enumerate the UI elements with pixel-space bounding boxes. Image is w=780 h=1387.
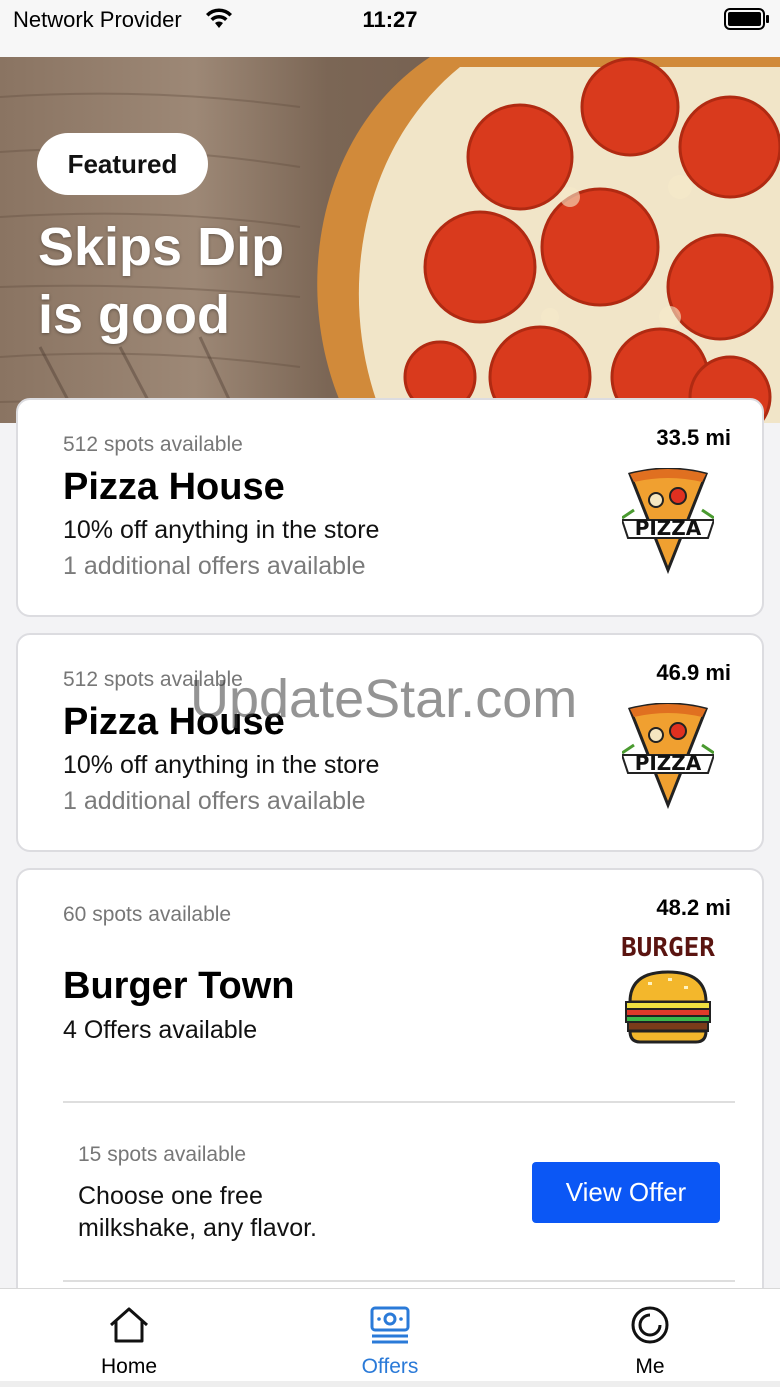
banner-title: Skips Dip is good xyxy=(38,213,338,349)
divider xyxy=(63,1280,735,1282)
offers-count: 4 Offers available xyxy=(63,1016,258,1044)
home-indicator xyxy=(0,1381,780,1387)
offer-description: Choose one free milkshake, any flavor. xyxy=(78,1182,317,1242)
additional-offers: 1 additional offers available xyxy=(63,787,366,815)
divider xyxy=(63,1101,735,1103)
status-bar: Network Provider 11:27 xyxy=(0,0,780,57)
restaurant-name: Pizza House xyxy=(63,466,285,508)
pizza-logo: PIZZA xyxy=(622,468,714,574)
banner-title-line-1: Skips Dip xyxy=(38,217,285,277)
pizza-logo-text: PIZZA xyxy=(635,751,702,775)
spots-available: 512 spots available xyxy=(63,433,243,456)
watermark: UpdateStar.com xyxy=(190,669,578,729)
view-offer-button[interactable]: View Offer xyxy=(532,1162,720,1223)
spots-available: 60 spots available xyxy=(63,903,232,926)
burger-logo: BURGER xyxy=(621,933,715,1044)
featured-banner[interactable]: Featured Skips Dip is good xyxy=(0,57,780,423)
tab-offers-label: Offers xyxy=(361,1355,419,1378)
restaurant-card[interactable]: 60 spots available 48.2 mi Burger Town 4… xyxy=(16,868,764,1298)
profile-icon xyxy=(631,1306,669,1344)
distance: 48.2 mi xyxy=(656,895,731,920)
pizza-logo-text: PIZZA xyxy=(635,516,702,540)
pizza-photo xyxy=(317,57,780,423)
restaurant-card[interactable]: 512 spots available 33.5 mi Pizza House … xyxy=(16,398,764,617)
battery-icon xyxy=(724,8,769,30)
offers-icon xyxy=(370,1306,410,1344)
clock: 11:27 xyxy=(362,7,418,32)
offer-spots-available: 15 spots available xyxy=(78,1143,247,1166)
tab-me-label: Me xyxy=(635,1355,665,1378)
tab-home-label: Home xyxy=(100,1355,158,1378)
tab-bar: Home Offers Me xyxy=(0,1288,780,1387)
distance: 46.9 mi xyxy=(656,660,731,685)
additional-offers: 1 additional offers available xyxy=(63,552,366,580)
home-icon xyxy=(110,1307,148,1343)
burger-logo-text: BURGER xyxy=(621,933,715,963)
offer-text: 10% off anything in the store xyxy=(63,516,380,544)
restaurant-card[interactable]: 512 spots available 46.9 mi Pizza House … xyxy=(16,633,764,852)
distance: 33.5 mi xyxy=(656,425,731,450)
tab-offers[interactable]: Offers xyxy=(310,1289,470,1383)
tab-me[interactable]: Me xyxy=(570,1289,730,1383)
offer-text: 10% off anything in the store xyxy=(63,751,380,779)
banner-title-line-2: is good xyxy=(38,285,230,345)
pizza-logo: PIZZA xyxy=(622,703,714,809)
featured-badge: Featured xyxy=(37,133,208,195)
tab-home[interactable]: Home xyxy=(49,1289,209,1383)
restaurant-name: Burger Town xyxy=(63,965,295,1007)
